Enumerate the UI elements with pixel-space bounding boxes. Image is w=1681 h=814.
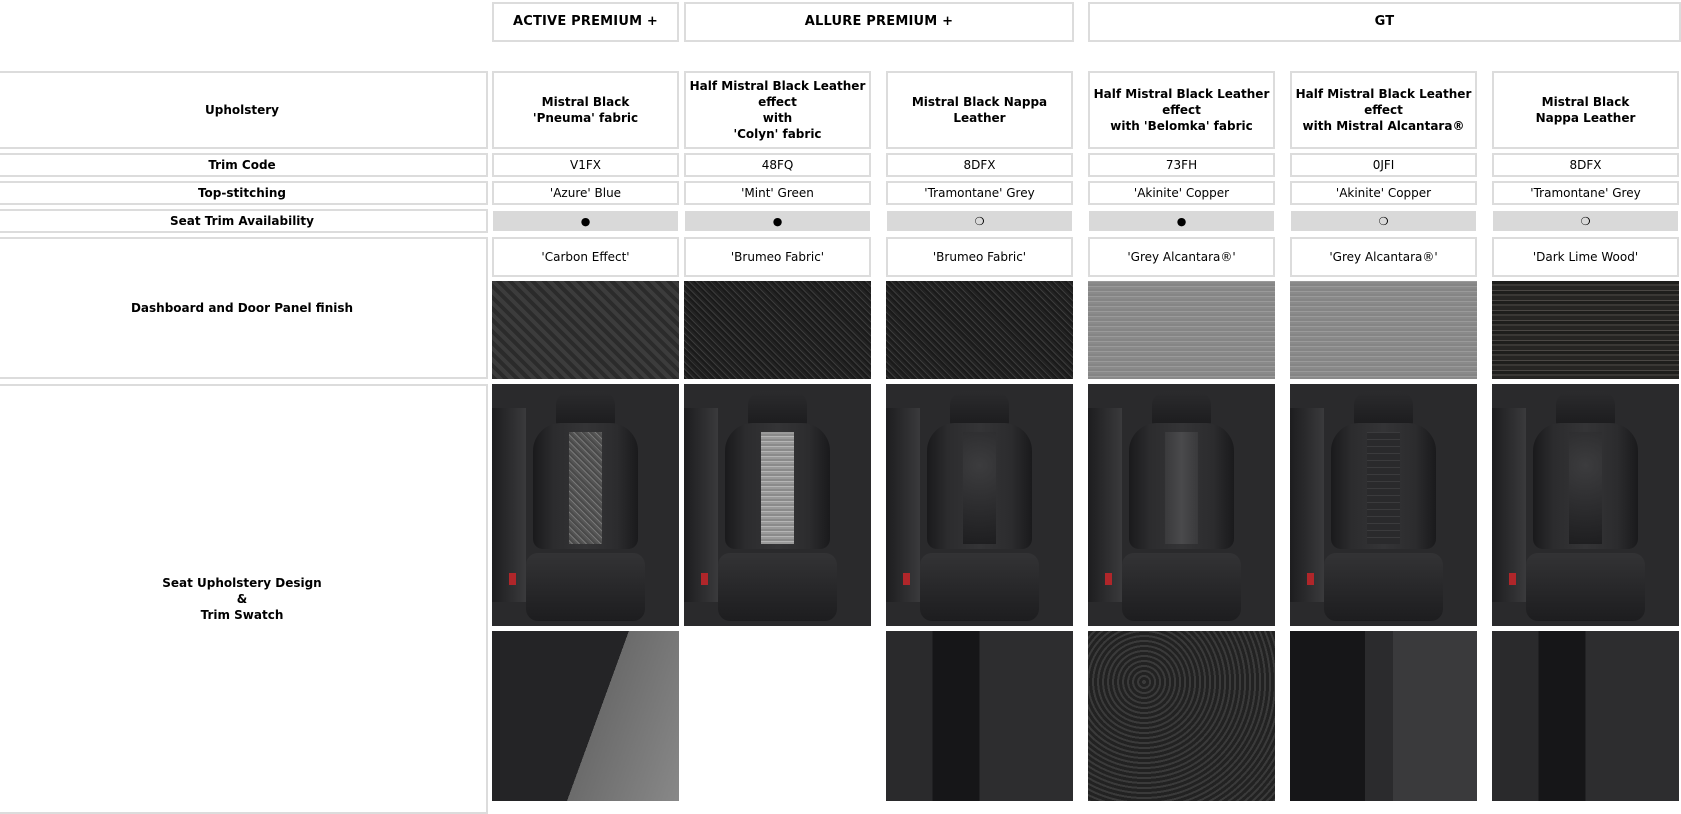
dashboard-finish-3: 'Brumeo Fabric' [886, 237, 1073, 277]
trim-swatch-2 [684, 631, 871, 801]
dashboard-finish-5: 'Grey Alcantara®' [1290, 237, 1477, 277]
dashboard-finish-6: 'Dark Lime Wood' [1492, 237, 1679, 277]
row-label-seat-upholstery-design: Seat Upholstery Design & Trim Swatch [0, 384, 488, 814]
trim-swatch-5 [1290, 631, 1477, 801]
upholstery-6: Mistral Black Nappa Leather [1492, 71, 1679, 149]
availability-indicator-3: ❍ [887, 211, 1072, 231]
grade-header-gt: GT [1088, 2, 1681, 42]
dashboard-swatch-1 [492, 281, 679, 379]
seat-image-6 [1492, 384, 1679, 626]
dashboard-finish-2: 'Brumeo Fabric' [684, 237, 871, 277]
trim-code-2: 48FQ [684, 153, 871, 177]
row-label-dashboard-finish: Dashboard and Door Panel finish [0, 237, 488, 379]
row-label-upholstery: Upholstery [0, 71, 488, 149]
availability-indicator-1: ● [493, 211, 678, 231]
top-stitching-6: 'Tramontane' Grey [1492, 181, 1679, 205]
seat-image-4 [1088, 384, 1275, 626]
trim-swatch-3 [886, 631, 1073, 801]
grade-header-allure-premium: ALLURE PREMIUM + [684, 2, 1074, 42]
trim-swatch-4 [1088, 631, 1275, 801]
dashboard-swatch-4 [1088, 281, 1275, 379]
top-stitching-3: 'Tramontane' Grey [886, 181, 1073, 205]
top-stitching-5: 'Akinite' Copper [1290, 181, 1477, 205]
dashboard-finish-1: 'Carbon Effect' [492, 237, 679, 277]
trim-code-3: 8DFX [886, 153, 1073, 177]
top-stitching-2: 'Mint' Green [684, 181, 871, 205]
seat-image-3 [886, 384, 1073, 626]
dashboard-swatch-2 [684, 281, 871, 379]
seat-image-2 [684, 384, 871, 626]
availability-indicator-2: ● [685, 211, 870, 231]
row-label-seat-trim-availability: Seat Trim Availability [0, 209, 488, 233]
availability-indicator-4: ● [1089, 211, 1274, 231]
upholstery-2: Half Mistral Black Leather effect with '… [684, 71, 871, 149]
dashboard-swatch-5 [1290, 281, 1477, 379]
dashboard-swatch-3 [886, 281, 1073, 379]
upholstery-3: Mistral Black Nappa Leather [886, 71, 1073, 149]
dashboard-finish-4: 'Grey Alcantara®' [1088, 237, 1275, 277]
row-label-top-stitching: Top-stitching [0, 181, 488, 205]
seat-image-1 [492, 384, 679, 626]
trim-swatch-1 [492, 631, 679, 801]
trim-swatch-6 [1492, 631, 1679, 801]
upholstery-5: Half Mistral Black Leather effect with M… [1290, 71, 1477, 149]
seat-image-5 [1290, 384, 1477, 626]
grade-header-active-premium: ACTIVE PREMIUM + [492, 2, 679, 42]
trim-code-1: V1FX [492, 153, 679, 177]
dashboard-swatch-6 [1492, 281, 1679, 379]
trim-code-4: 73FH [1088, 153, 1275, 177]
top-stitching-1: 'Azure' Blue [492, 181, 679, 205]
availability-indicator-5: ❍ [1291, 211, 1476, 231]
trim-code-5: 0JFI [1290, 153, 1477, 177]
upholstery-1: Mistral Black 'Pneuma' fabric [492, 71, 679, 149]
upholstery-4: Half Mistral Black Leather effect with '… [1088, 71, 1275, 149]
top-stitching-4: 'Akinite' Copper [1088, 181, 1275, 205]
row-label-trim-code: Trim Code [0, 153, 488, 177]
availability-indicator-6: ❍ [1493, 211, 1678, 231]
trim-code-6: 8DFX [1492, 153, 1679, 177]
